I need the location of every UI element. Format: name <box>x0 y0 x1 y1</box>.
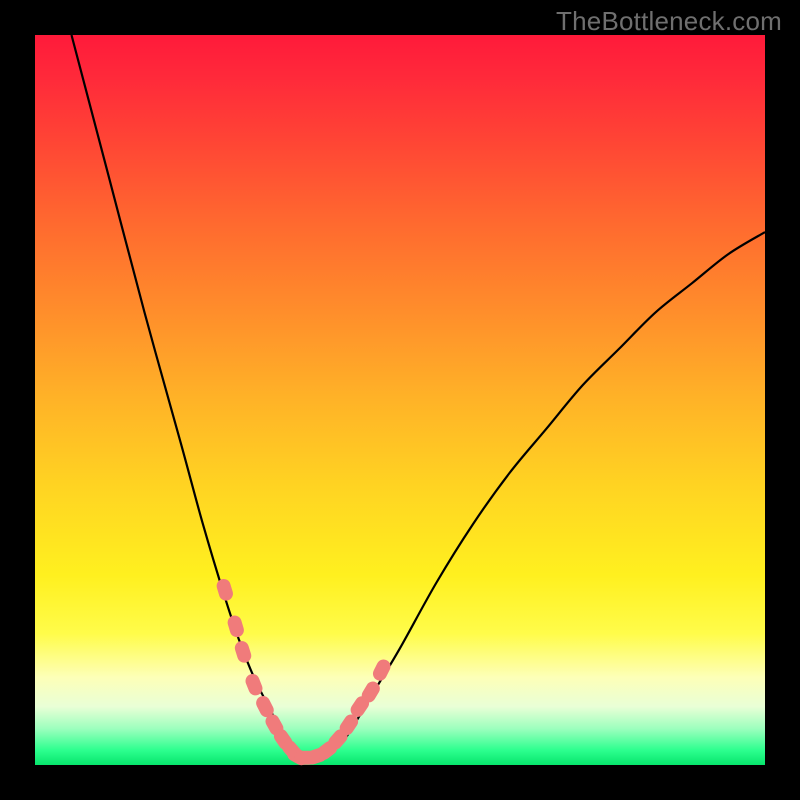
marker-group <box>215 577 393 767</box>
plot-area <box>35 35 765 765</box>
watermark-text: TheBottleneck.com <box>556 6 782 37</box>
curve-svg <box>35 35 765 765</box>
chart-frame: TheBottleneck.com <box>0 0 800 800</box>
marker-capsule <box>371 657 393 683</box>
marker-capsule <box>215 577 235 602</box>
marker-capsule <box>233 639 253 664</box>
bottleneck-curve <box>72 35 766 758</box>
marker-capsule <box>226 614 246 639</box>
